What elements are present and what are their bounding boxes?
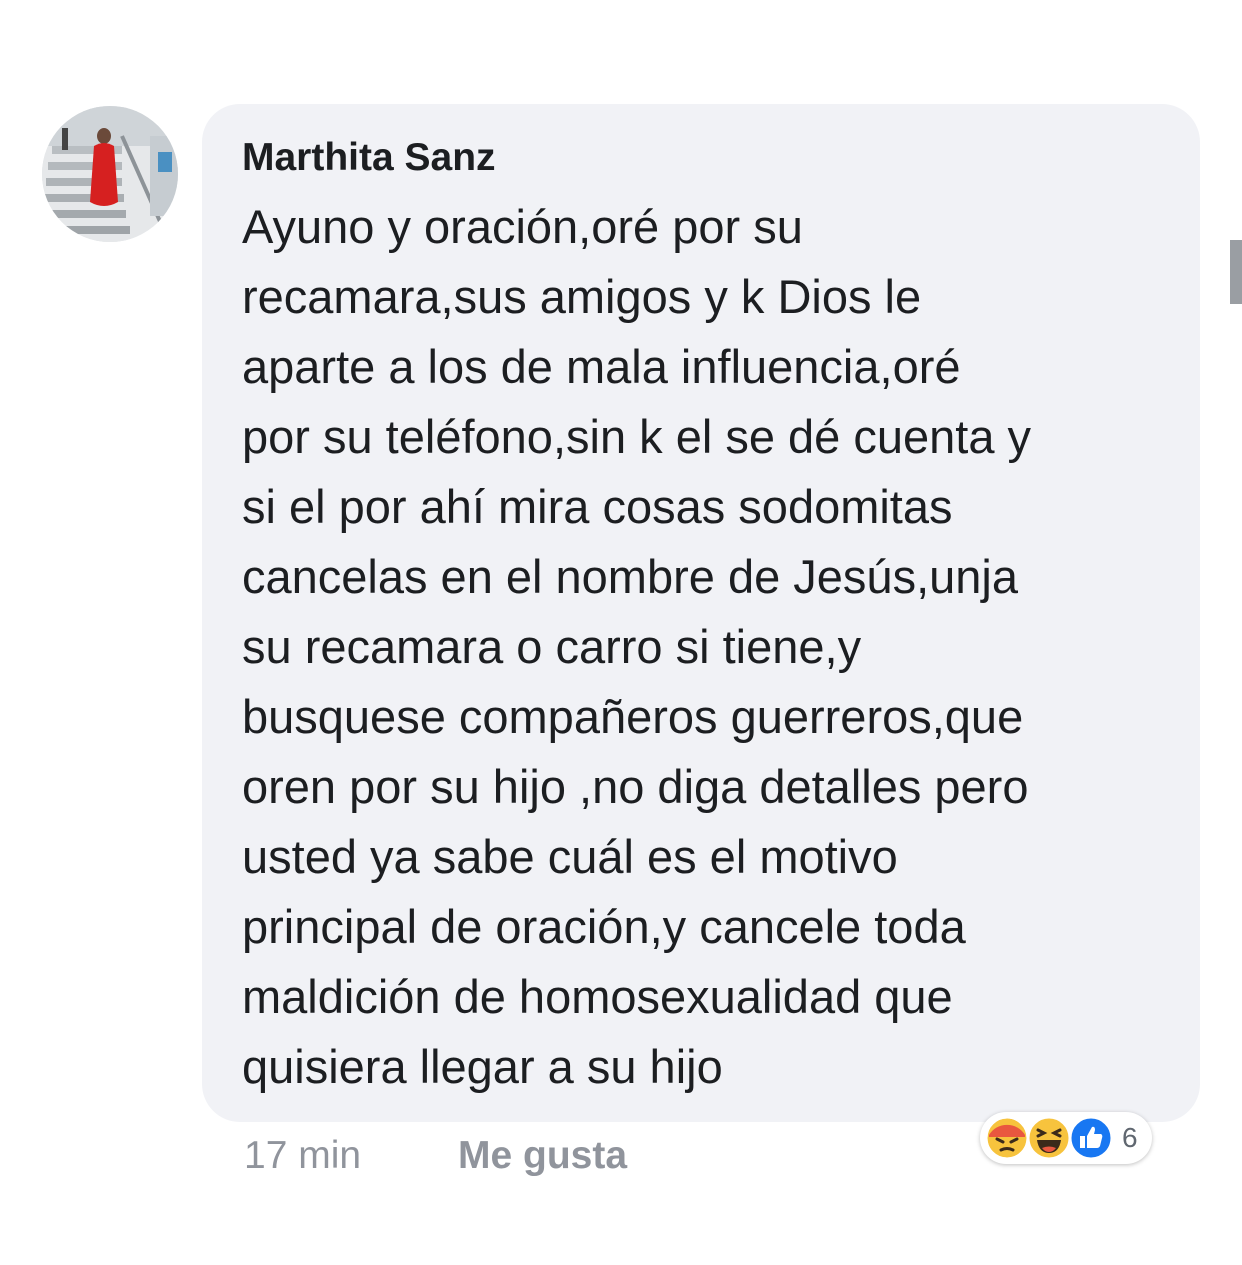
avatar-photo	[42, 106, 178, 242]
comment-line: maldición de homosexualidad que	[242, 970, 953, 1023]
comment-text: Ayuno y oración,oré por su recamara,sus …	[242, 192, 1182, 1102]
haha-icon	[1026, 1115, 1072, 1161]
like-icon	[1068, 1115, 1114, 1161]
avatar[interactable]	[42, 106, 178, 242]
comment-timestamp[interactable]: 17 min	[244, 1134, 361, 1178]
comment-line: principal de oración,y cancele toda	[242, 900, 966, 953]
comment-line: recamara,sus amigos y k Dios le	[242, 270, 922, 323]
reaction-count: 6	[1122, 1122, 1138, 1153]
reactions-summary[interactable]: 6	[980, 1112, 1152, 1164]
comment-line: Ayuno y oración,oré por su	[242, 200, 803, 253]
comment-line: por su teléfono,sin k el se dé cuenta y	[242, 410, 1032, 463]
comment-line: usted ya sabe cuál es el motivo	[242, 830, 898, 883]
angry-icon	[984, 1115, 1030, 1161]
comment-line: quisiera llegar a su hijo	[242, 1040, 723, 1093]
scrollbar-thumb[interactable]	[1230, 240, 1242, 304]
comment-author[interactable]: Marthita Sanz	[242, 136, 496, 180]
comment-line: aparte a los de mala influencia,oré	[242, 340, 961, 393]
like-button[interactable]: Me gusta	[458, 1134, 627, 1178]
comment-line: cancelas en el nombre de Jesús,unja	[242, 550, 1018, 603]
comment-line: si el por ahí mira cosas sodomitas	[242, 480, 953, 533]
comment-line: oren por su hijo ,no diga detalles pero	[242, 760, 1029, 813]
comment-line: su recamara o carro si tiene,y	[242, 620, 862, 673]
comment-line: busquese compañeros guerreros,que	[242, 690, 1024, 743]
